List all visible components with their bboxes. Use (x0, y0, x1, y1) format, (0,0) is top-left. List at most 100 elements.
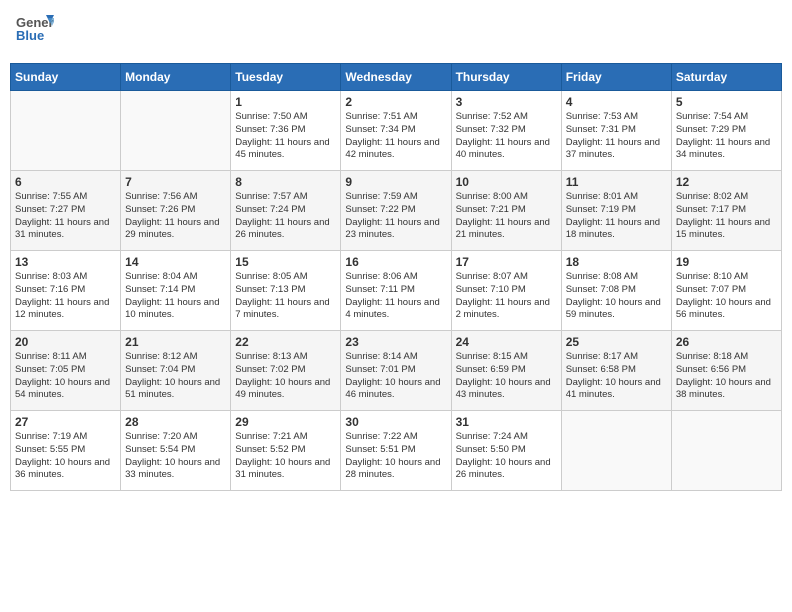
svg-text:Blue: Blue (16, 28, 44, 43)
calendar-cell: 12 Sunrise: 8:02 AM Sunset: 7:17 PM Dayli… (671, 171, 781, 251)
day-number: 11 (566, 175, 667, 189)
calendar-cell: 7 Sunrise: 7:56 AM Sunset: 7:26 PM Daylig… (121, 171, 231, 251)
calendar-week-1: 1Sunrise: 7:50 AM Sunset: 7:36 PM Daylig… (11, 91, 782, 171)
cell-content: Sunrise: 8:13 AM Sunset: 7:02 PM Dayligh… (235, 351, 336, 402)
day-header-sunday: Sunday (11, 64, 121, 91)
cell-content: Sunrise: 8:14 AM Sunset: 7:01 PM Dayligh… (345, 351, 446, 402)
cell-content: Sunrise: 7:57 AM Sunset: 7:24 PM Dayligh… (235, 191, 336, 242)
cell-content: Sunrise: 8:15 AM Sunset: 6:59 PM Dayligh… (456, 351, 557, 402)
calendar-cell: 15Sunrise: 8:05 AM Sunset: 7:13 PM Dayli… (231, 251, 341, 331)
day-number: 20 (15, 335, 116, 349)
cell-content: Sunrise: 8:07 AM Sunset: 7:10 PM Dayligh… (456, 271, 557, 322)
calendar-cell: 2 Sunrise: 7:51 AM Sunset: 7:34 PM Daylig… (341, 91, 451, 171)
calendar-cell (11, 91, 121, 171)
calendar-cell (671, 411, 781, 491)
calendar-cell: 3Sunrise: 7:52 AM Sunset: 7:32 PM Daylig… (451, 91, 561, 171)
day-number: 30 (345, 415, 446, 429)
calendar-cell: 30 Sunrise: 7:22 AM Sunset: 5:51 PM Dayli… (341, 411, 451, 491)
cell-content: Sunrise: 7:20 AM Sunset: 5:54 PM Dayligh… (125, 431, 226, 482)
cell-content: Sunrise: 7:50 AM Sunset: 7:36 PM Dayligh… (235, 111, 336, 162)
calendar-cell: 4Sunrise: 7:53 AM Sunset: 7:31 PM Daylig… (561, 91, 671, 171)
day-number: 26 (676, 335, 777, 349)
cell-content: Sunrise: 8:18 AM Sunset: 6:56 PM Dayligh… (676, 351, 777, 402)
calendar-cell: 22 Sunrise: 8:13 AM Sunset: 7:02 PM Dayli… (231, 331, 341, 411)
cell-content: Sunrise: 7:54 AM Sunset: 7:29 PM Dayligh… (676, 111, 777, 162)
day-number: 28 (125, 415, 226, 429)
calendar-cell: 19Sunrise: 8:10 AM Sunset: 7:07 PM Dayli… (671, 251, 781, 331)
calendar-table: SundayMondayTuesdayWednesdayThursdayFrid… (10, 63, 782, 491)
day-header-wednesday: Wednesday (341, 64, 451, 91)
calendar-cell: 9 Sunrise: 7:59 AM Sunset: 7:22 PM Daylig… (341, 171, 451, 251)
calendar-cell: 20 Sunrise: 8:11 AM Sunset: 7:05 PM Dayli… (11, 331, 121, 411)
calendar-cell: 17Sunrise: 8:07 AM Sunset: 7:10 PM Dayli… (451, 251, 561, 331)
calendar-week-3: 13Sunrise: 8:03 AM Sunset: 7:16 PM Dayli… (11, 251, 782, 331)
calendar-cell: 25 Sunrise: 8:17 AM Sunset: 6:58 PM Dayli… (561, 331, 671, 411)
cell-content: Sunrise: 7:21 AM Sunset: 5:52 PM Dayligh… (235, 431, 336, 482)
cell-content: Sunrise: 7:51 AM Sunset: 7:34 PM Dayligh… (345, 111, 446, 162)
calendar-cell: 11 Sunrise: 8:01 AM Sunset: 7:19 PM Dayli… (561, 171, 671, 251)
day-number: 21 (125, 335, 226, 349)
day-number: 23 (345, 335, 446, 349)
day-number: 5 (676, 95, 777, 109)
calendar-header-row: SundayMondayTuesdayWednesdayThursdayFrid… (11, 64, 782, 91)
calendar-cell: 8 Sunrise: 7:57 AM Sunset: 7:24 PM Daylig… (231, 171, 341, 251)
calendar-week-4: 20 Sunrise: 8:11 AM Sunset: 7:05 PM Dayli… (11, 331, 782, 411)
cell-content: Sunrise: 7:19 AM Sunset: 5:55 PM Dayligh… (15, 431, 116, 482)
day-number: 16 (345, 255, 446, 269)
calendar-cell: 21Sunrise: 8:12 AM Sunset: 7:04 PM Dayli… (121, 331, 231, 411)
calendar-cell: 18 Sunrise: 8:08 AM Sunset: 7:08 PM Dayli… (561, 251, 671, 331)
calendar-week-2: 6 Sunrise: 7:55 AM Sunset: 7:27 PM Daylig… (11, 171, 782, 251)
day-number: 27 (15, 415, 116, 429)
day-number: 25 (566, 335, 667, 349)
day-number: 2 (345, 95, 446, 109)
day-number: 14 (125, 255, 226, 269)
calendar-cell: 23 Sunrise: 8:14 AM Sunset: 7:01 PM Dayli… (341, 331, 451, 411)
day-number: 24 (456, 335, 557, 349)
cell-content: Sunrise: 8:04 AM Sunset: 7:14 PM Dayligh… (125, 271, 226, 322)
calendar-cell: 27 Sunrise: 7:19 AM Sunset: 5:55 PM Dayli… (11, 411, 121, 491)
calendar-cell: 16Sunrise: 8:06 AM Sunset: 7:11 PM Dayli… (341, 251, 451, 331)
day-number: 6 (15, 175, 116, 189)
day-number: 13 (15, 255, 116, 269)
cell-content: Sunrise: 8:11 AM Sunset: 7:05 PM Dayligh… (15, 351, 116, 402)
day-header-tuesday: Tuesday (231, 64, 341, 91)
day-number: 31 (456, 415, 557, 429)
day-number: 29 (235, 415, 336, 429)
calendar-cell: 5 Sunrise: 7:54 AM Sunset: 7:29 PM Daylig… (671, 91, 781, 171)
day-header-thursday: Thursday (451, 64, 561, 91)
cell-content: Sunrise: 7:52 AM Sunset: 7:32 PM Dayligh… (456, 111, 557, 162)
day-number: 18 (566, 255, 667, 269)
day-number: 8 (235, 175, 336, 189)
cell-content: Sunrise: 8:02 AM Sunset: 7:17 PM Dayligh… (676, 191, 777, 242)
calendar-cell: 31 Sunrise: 7:24 AM Sunset: 5:50 PM Dayli… (451, 411, 561, 491)
day-number: 7 (125, 175, 226, 189)
calendar-cell: 24 Sunrise: 8:15 AM Sunset: 6:59 PM Dayli… (451, 331, 561, 411)
day-header-friday: Friday (561, 64, 671, 91)
calendar-cell: 10 Sunrise: 8:00 AM Sunset: 7:21 PM Dayli… (451, 171, 561, 251)
calendar-cell: 28 Sunrise: 7:20 AM Sunset: 5:54 PM Dayli… (121, 411, 231, 491)
cell-content: Sunrise: 7:22 AM Sunset: 5:51 PM Dayligh… (345, 431, 446, 482)
cell-content: Sunrise: 8:00 AM Sunset: 7:21 PM Dayligh… (456, 191, 557, 242)
day-number: 9 (345, 175, 446, 189)
page-header: General Blue (10, 10, 782, 55)
calendar-cell: 1Sunrise: 7:50 AM Sunset: 7:36 PM Daylig… (231, 91, 341, 171)
logo-graphic: General Blue (14, 10, 54, 55)
cell-content: Sunrise: 7:55 AM Sunset: 7:27 PM Dayligh… (15, 191, 116, 242)
cell-content: Sunrise: 8:01 AM Sunset: 7:19 PM Dayligh… (566, 191, 667, 242)
day-number: 12 (676, 175, 777, 189)
calendar-cell (121, 91, 231, 171)
day-number: 19 (676, 255, 777, 269)
calendar-cell: 13Sunrise: 8:03 AM Sunset: 7:16 PM Dayli… (11, 251, 121, 331)
day-number: 4 (566, 95, 667, 109)
calendar-cell: 26 Sunrise: 8:18 AM Sunset: 6:56 PM Dayli… (671, 331, 781, 411)
day-number: 10 (456, 175, 557, 189)
cell-content: Sunrise: 8:17 AM Sunset: 6:58 PM Dayligh… (566, 351, 667, 402)
calendar-cell (561, 411, 671, 491)
cell-content: Sunrise: 8:08 AM Sunset: 7:08 PM Dayligh… (566, 271, 667, 322)
calendar-cell: 14 Sunrise: 8:04 AM Sunset: 7:14 PM Dayli… (121, 251, 231, 331)
day-number: 22 (235, 335, 336, 349)
day-number: 15 (235, 255, 336, 269)
cell-content: Sunrise: 7:59 AM Sunset: 7:22 PM Dayligh… (345, 191, 446, 242)
cell-content: Sunrise: 7:56 AM Sunset: 7:26 PM Dayligh… (125, 191, 226, 242)
cell-content: Sunrise: 7:24 AM Sunset: 5:50 PM Dayligh… (456, 431, 557, 482)
